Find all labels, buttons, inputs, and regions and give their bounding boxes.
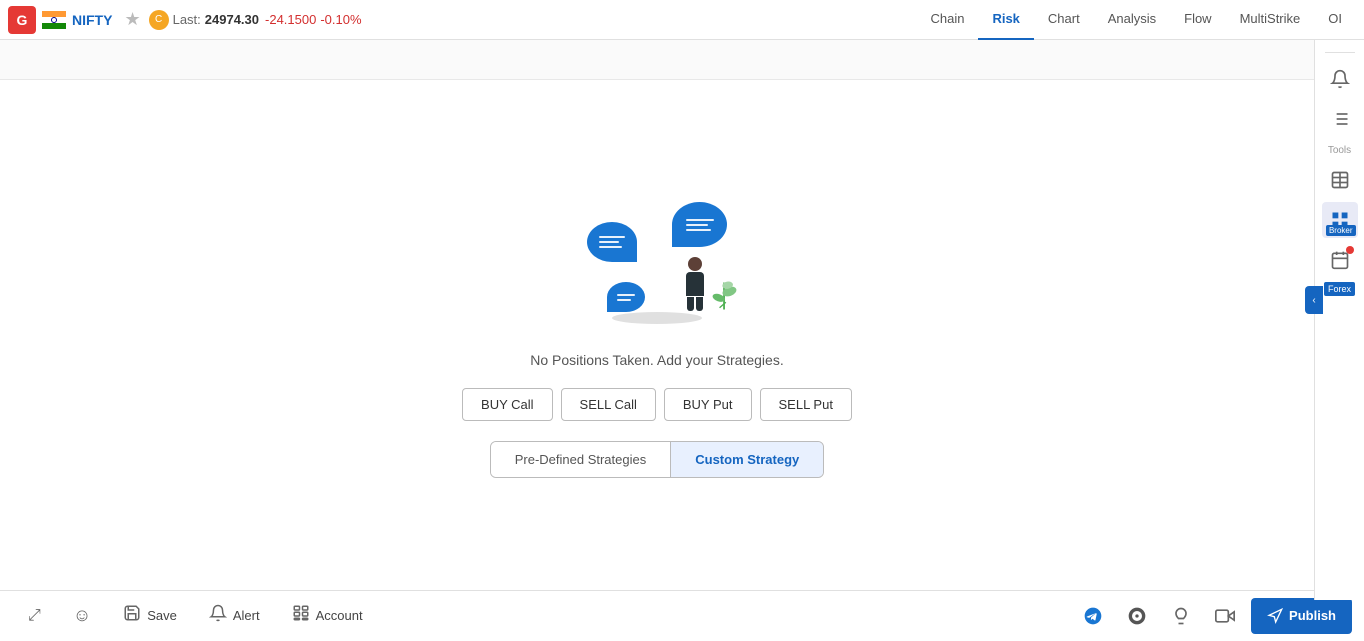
table-icon[interactable] bbox=[1322, 162, 1358, 198]
list-icon[interactable] bbox=[1322, 101, 1358, 137]
video-icon[interactable] bbox=[1207, 598, 1243, 634]
expand-icon: ⤢ bbox=[28, 607, 41, 625]
price-value: 24974.30 bbox=[205, 12, 259, 27]
custom-strategy-button[interactable]: Custom Strategy bbox=[671, 442, 823, 477]
sell-call-button[interactable]: SELL Call bbox=[561, 388, 656, 421]
tools-label: Tools bbox=[1328, 145, 1351, 156]
nav-flow[interactable]: Flow bbox=[1170, 0, 1225, 40]
no-positions-label: No Positions Taken. Add your Strategies. bbox=[530, 352, 783, 368]
publish-label: Publish bbox=[1289, 608, 1336, 623]
calendar-icon[interactable] bbox=[1322, 242, 1358, 278]
top-nav: G NIFTY ★ C Last: 24974.30 -24.1500 -0.1… bbox=[0, 0, 1364, 40]
alert-label: Alert bbox=[233, 608, 260, 623]
chat-bubble-small bbox=[607, 282, 645, 312]
megaphone-icon bbox=[1267, 608, 1283, 624]
nav-chart[interactable]: Chart bbox=[1034, 0, 1094, 40]
bottom-bar: ⤢ ☺ Save Alert Account bbox=[0, 590, 1364, 640]
buy-put-button[interactable]: BUY Put bbox=[664, 388, 752, 421]
person-body bbox=[686, 272, 704, 296]
app-logo: G bbox=[8, 6, 36, 34]
price-change: -24.1500 bbox=[265, 12, 316, 27]
account-button[interactable]: Account bbox=[276, 591, 379, 641]
no-positions-illustration bbox=[577, 192, 737, 332]
chat-bubble-medium bbox=[587, 222, 637, 262]
pre-defined-strategies-button[interactable]: Pre-Defined Strategies bbox=[491, 442, 672, 477]
calendar-notification-dot bbox=[1346, 246, 1354, 254]
main-content: No Positions Taken. Add your Strategies.… bbox=[0, 40, 1314, 590]
alert-icon bbox=[209, 604, 227, 627]
buy-call-button[interactable]: BUY Call bbox=[462, 388, 553, 421]
broker-badge: Broker bbox=[1326, 225, 1356, 236]
grid-broker-icon[interactable]: Broker bbox=[1322, 202, 1358, 238]
nav-risk[interactable]: Risk bbox=[978, 0, 1033, 40]
last-label: Last: bbox=[173, 12, 201, 27]
right-sidebar: ‹ Tools Broker Forex bbox=[1314, 0, 1364, 600]
toolbar-row bbox=[0, 40, 1314, 80]
plant-decoration bbox=[712, 269, 737, 314]
bottom-right-actions: Publish bbox=[1075, 598, 1352, 634]
save-icon bbox=[123, 604, 141, 627]
center-area: No Positions Taken. Add your Strategies.… bbox=[0, 80, 1314, 590]
nav-oi[interactable]: OI bbox=[1314, 0, 1356, 40]
nav-analysis[interactable]: Analysis bbox=[1094, 0, 1170, 40]
bell-icon[interactable] bbox=[1322, 61, 1358, 97]
nav-multistrike[interactable]: MultiStrike bbox=[1226, 0, 1315, 40]
alert-button[interactable]: Alert bbox=[193, 591, 276, 641]
account-label: Account bbox=[316, 608, 363, 623]
flag-india bbox=[42, 11, 66, 29]
chat-bubble-large bbox=[672, 202, 727, 247]
telegram-icon[interactable] bbox=[1075, 598, 1111, 634]
person-legs bbox=[687, 297, 703, 311]
coin-icon: C bbox=[149, 10, 169, 30]
strategy-toggle: Pre-Defined Strategies Custom Strategy bbox=[490, 441, 825, 478]
chat-circle-icon[interactable] bbox=[1119, 598, 1155, 634]
emoji-icon: ☺ bbox=[73, 605, 91, 626]
emoji-button[interactable]: ☺ bbox=[57, 591, 107, 641]
expand-button[interactable]: ⤢ bbox=[12, 591, 57, 641]
price-change-pct: -0.10% bbox=[320, 12, 361, 27]
sidebar-divider-1 bbox=[1325, 52, 1355, 53]
save-button[interactable]: Save bbox=[107, 591, 193, 641]
nav-links: Chain Risk Chart Analysis Flow MultiStri… bbox=[916, 0, 1356, 40]
ticker-symbol[interactable]: NIFTY bbox=[72, 12, 112, 28]
action-buttons-group: BUY Call SELL Call BUY Put SELL Put bbox=[462, 388, 852, 421]
bulb-icon[interactable] bbox=[1163, 598, 1199, 634]
star-icon[interactable]: ★ bbox=[124, 9, 140, 30]
person-figure bbox=[677, 257, 712, 317]
forex-badge[interactable]: Forex bbox=[1324, 282, 1355, 296]
sidebar-collapse-button[interactable]: ‹ bbox=[1305, 286, 1323, 314]
save-label: Save bbox=[147, 608, 177, 623]
sell-put-button[interactable]: SELL Put bbox=[760, 388, 852, 421]
nav-chain[interactable]: Chain bbox=[916, 0, 978, 40]
account-icon bbox=[292, 604, 310, 627]
person-head bbox=[688, 257, 702, 271]
publish-button[interactable]: Publish bbox=[1251, 598, 1352, 634]
